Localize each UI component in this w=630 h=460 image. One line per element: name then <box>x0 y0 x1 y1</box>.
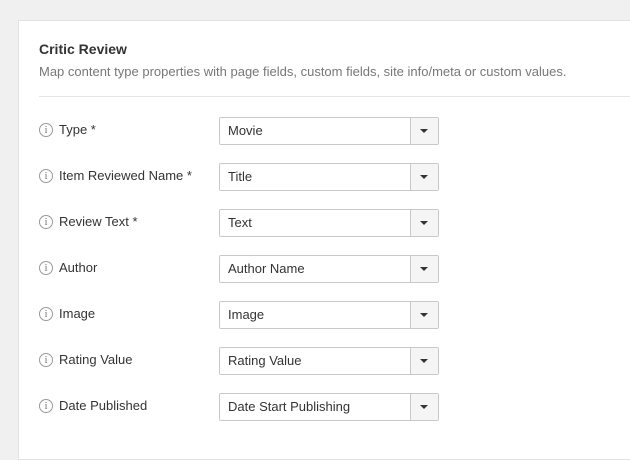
info-icon[interactable]: i <box>39 353 53 367</box>
field-label-date-published: Date Published <box>59 398 148 413</box>
field-label-item-reviewed-name: Item Reviewed Name * <box>59 168 192 183</box>
info-icon[interactable]: i <box>39 307 53 321</box>
section-description: Map content type properties with page fi… <box>39 64 567 79</box>
info-icon[interactable]: i <box>39 169 53 183</box>
date-published-select-value: Date Start Publishing <box>228 399 351 414</box>
field-row-review-text: i Review Text * Text <box>39 209 459 237</box>
section-divider <box>39 96 630 97</box>
caret-down-icon <box>420 405 428 409</box>
rating-value-dropdown-button[interactable] <box>410 348 438 374</box>
field-row-image: i Image Image <box>39 301 459 329</box>
item-reviewed-name-dropdown-button[interactable] <box>410 164 438 190</box>
type-dropdown-button[interactable] <box>410 118 438 144</box>
review-text-dropdown-button[interactable] <box>410 210 438 236</box>
caret-down-icon <box>420 267 428 271</box>
date-published-select[interactable]: Date Start Publishing <box>219 393 439 421</box>
image-select[interactable]: Image <box>219 301 439 329</box>
author-select-value: Author Name <box>228 261 305 276</box>
section-title: Critic Review <box>39 41 127 57</box>
field-row-date-published: i Date Published Date Start Publishing <box>39 393 459 421</box>
field-row-item-reviewed-name: i Item Reviewed Name * Title <box>39 163 459 191</box>
caret-down-icon <box>420 221 428 225</box>
rating-value-select[interactable]: Rating Value <box>219 347 439 375</box>
type-select-value: Movie <box>228 123 263 138</box>
field-label-image: Image <box>59 306 96 321</box>
item-reviewed-name-select[interactable]: Title <box>219 163 439 191</box>
caret-down-icon <box>420 313 428 317</box>
field-label-review-text: Review Text * <box>59 214 138 229</box>
review-text-select[interactable]: Text <box>219 209 439 237</box>
item-reviewed-name-select-value: Title <box>228 169 253 184</box>
field-row-rating-value: i Rating Value Rating Value <box>39 347 459 375</box>
date-published-dropdown-button[interactable] <box>410 394 438 420</box>
critic-review-panel: Critic Review Map content type propertie… <box>18 20 630 460</box>
field-row-type: i Type * Movie <box>39 117 459 145</box>
author-dropdown-button[interactable] <box>410 256 438 282</box>
info-icon[interactable]: i <box>39 399 53 413</box>
field-label-author: Author <box>59 260 98 275</box>
image-dropdown-button[interactable] <box>410 302 438 328</box>
image-select-value: Image <box>228 307 265 322</box>
info-icon[interactable]: i <box>39 261 53 275</box>
field-row-author: i Author Author Name <box>39 255 459 283</box>
caret-down-icon <box>420 359 428 363</box>
info-icon[interactable]: i <box>39 123 53 137</box>
info-icon[interactable]: i <box>39 215 53 229</box>
review-text-select-value: Text <box>228 215 252 230</box>
field-label-type: Type * <box>59 122 96 137</box>
caret-down-icon <box>420 129 428 133</box>
field-label-rating-value: Rating Value <box>59 352 133 367</box>
type-select[interactable]: Movie <box>219 117 439 145</box>
rating-value-select-value: Rating Value <box>228 353 302 368</box>
author-select[interactable]: Author Name <box>219 255 439 283</box>
caret-down-icon <box>420 175 428 179</box>
